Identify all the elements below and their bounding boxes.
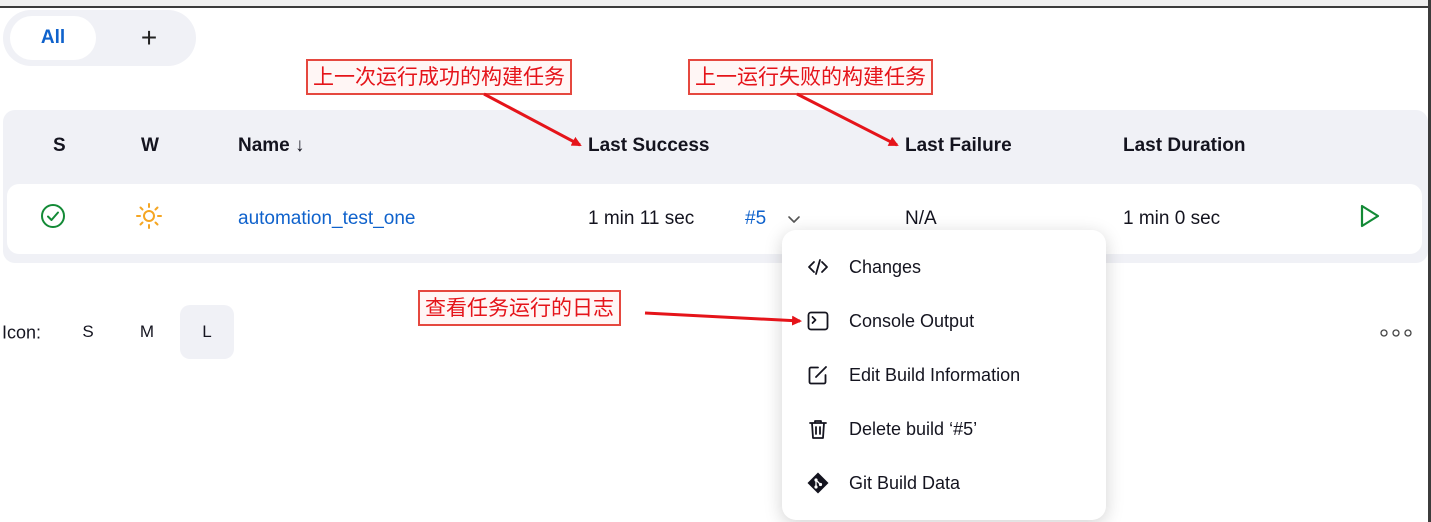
view-tabs: All + [3,10,196,66]
trash-icon [806,417,830,441]
menu-item-git-build-data[interactable]: Git Build Data [782,456,1106,510]
menu-item-label: Console Output [849,310,975,331]
more-options-icon[interactable] [1378,324,1414,342]
success-check-icon [40,203,66,235]
icon-size-s[interactable]: S [61,305,115,359]
build-number-link[interactable]: #5 [745,208,766,230]
icon-size-label: Icon: [2,322,42,343]
code-icon [806,255,830,279]
icon-size-m[interactable]: M [120,305,174,359]
menu-item-edit-build-information[interactable]: Edit Build Information [782,348,1106,402]
menu-item-changes[interactable]: Changes [782,240,1106,294]
git-icon [806,471,830,495]
build-dropdown-menu: Changes Console Output Edit Build Inform… [782,230,1106,520]
chevron-down-icon[interactable] [786,211,802,227]
annotation-last-failure: 上一运行失败的构建任务 [688,59,933,95]
header-status[interactable]: S [53,135,66,157]
menu-item-label: Edit Build Information [849,364,1021,385]
edit-icon [806,363,830,387]
header-weather[interactable]: W [141,135,159,157]
add-view-button[interactable]: + [127,16,171,60]
menu-item-label: Git Build Data [849,472,961,493]
annotation-last-success: 上一次运行成功的构建任务 [306,59,572,95]
icon-size-l[interactable]: L [180,305,234,359]
header-last-failure[interactable]: Last Failure [905,135,1012,157]
header-name[interactable]: Name ↓ [238,135,305,157]
menu-item-console-output[interactable]: Console Output [782,294,1106,348]
annotation-console-output: 查看任务运行的日志 [418,290,621,326]
play-icon[interactable] [1356,203,1382,235]
tab-all[interactable]: All [10,16,96,60]
header-last-duration[interactable]: Last Duration [1123,135,1245,157]
menu-item-label: Delete build ‘#5’ [849,418,978,439]
window-top-border [0,0,1431,8]
menu-item-label: Changes [849,256,922,277]
arrow-to-console-output [644,311,802,326]
last-failure-value: N/A [905,208,937,229]
last-success-time: 1 min 11 sec [588,208,695,229]
sunny-icon [135,202,163,236]
job-name-link[interactable]: automation_test_one [238,208,415,230]
terminal-icon [806,309,830,333]
last-duration-value: 1 min 0 sec [1123,208,1221,229]
header-last-success[interactable]: Last Success [588,135,709,157]
menu-item-delete-build[interactable]: Delete build ‘#5’ [782,402,1106,456]
